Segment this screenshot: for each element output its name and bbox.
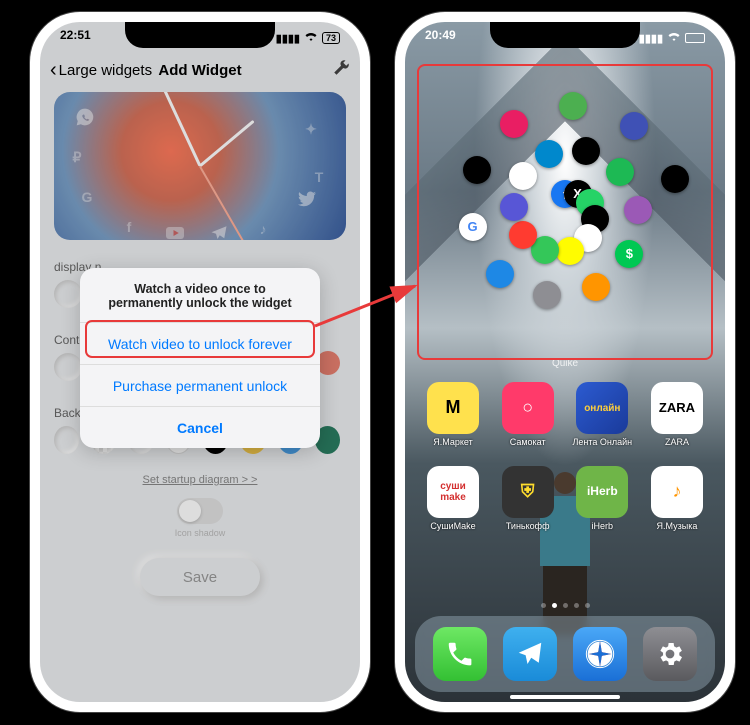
- app-label: Тинькофф: [506, 521, 550, 531]
- battery-icon: 73: [322, 32, 340, 44]
- status-icons: ▮▮▮▮: [639, 28, 705, 48]
- app-label: Самокат: [510, 437, 546, 447]
- signal-icon: ▮▮▮▮: [639, 32, 663, 45]
- app-label: СушиMake: [430, 521, 475, 531]
- app-icon: М: [427, 382, 479, 434]
- notch: [125, 22, 275, 48]
- app-СушиMake[interactable]: суши make СушиMake: [423, 466, 483, 538]
- clock-time: 20:49: [425, 28, 456, 48]
- sheet-message: Watch a video once to permanently unlock…: [80, 268, 320, 322]
- wifi-icon: [667, 32, 681, 45]
- dock-phone[interactable]: [433, 627, 487, 681]
- app-icon: суши make: [427, 466, 479, 518]
- purchase-button[interactable]: Purchase permanent unlock: [80, 364, 320, 406]
- app-row-1: МЯ.Маркет○СамокатонлайнЛента ОнлайнZARAZ…: [423, 382, 707, 454]
- wifi-icon: [304, 32, 318, 45]
- app-iHerb[interactable]: iHerb iHerb: [572, 466, 632, 538]
- clock-time: 22:51: [60, 28, 91, 48]
- home-indicator[interactable]: [510, 695, 620, 699]
- app-icon: ♪: [651, 466, 703, 518]
- app-ZARA[interactable]: ZARA ZARA: [647, 382, 707, 454]
- page-indicator[interactable]: [405, 603, 725, 608]
- dock-safari[interactable]: [573, 627, 627, 681]
- app-icon: iHerb: [576, 466, 628, 518]
- notch: [490, 22, 640, 48]
- signal-icon: ▮▮▮▮: [276, 32, 300, 45]
- app-row-2: суши make СушиMake ⛨ Тинькофф iHerb iHerb ♪ Я.М…: [423, 466, 707, 538]
- right-phone-frame: 20:49 ▮▮▮▮ fX$G Quike МЯ.Маркет○Самокато…: [395, 12, 735, 712]
- dock-telegram[interactable]: [503, 627, 557, 681]
- app-label: ZARA: [665, 437, 689, 447]
- app-label: Я.Маркет: [433, 437, 472, 447]
- highlight-widget: [417, 64, 713, 360]
- app-label: Я.Музыка: [657, 521, 698, 531]
- app-label: iHerb: [592, 521, 614, 531]
- app-icon: ZARA: [651, 382, 703, 434]
- app-Я.Маркет[interactable]: М Я.Маркет: [423, 382, 483, 454]
- annotation-arrow: [310, 276, 430, 336]
- status-icons: ▮▮▮▮ 73: [276, 28, 340, 48]
- battery-icon: [685, 33, 705, 43]
- dock-settings[interactable]: [643, 627, 697, 681]
- app-Я.Музыка[interactable]: ♪ Я.Музыка: [647, 466, 707, 538]
- app-icon: онлайн: [576, 382, 628, 434]
- dock: [415, 616, 715, 692]
- app-Тинькофф[interactable]: ⛨ Тинькофф: [498, 466, 558, 538]
- highlight-watch-video: [85, 320, 315, 358]
- unlock-sheet: Watch a video once to permanently unlock…: [80, 268, 320, 448]
- app-label: Лента Онлайн: [572, 437, 632, 447]
- app-icon: ○: [502, 382, 554, 434]
- right-screen: 20:49 ▮▮▮▮ fX$G Quike МЯ.Маркет○Самокато…: [405, 22, 725, 702]
- app-icon: ⛨: [502, 466, 554, 518]
- cancel-button[interactable]: Cancel: [80, 406, 320, 448]
- left-screen: 22:51 ▮▮▮▮ 73 ‹ Large widgets Add Widget: [40, 22, 360, 702]
- left-phone-frame: 22:51 ▮▮▮▮ 73 ‹ Large widgets Add Widget: [30, 12, 370, 712]
- app-Лента Онлайн[interactable]: онлайн Лента Онлайн: [572, 382, 632, 454]
- app-Самокат[interactable]: ○ Самокат: [498, 382, 558, 454]
